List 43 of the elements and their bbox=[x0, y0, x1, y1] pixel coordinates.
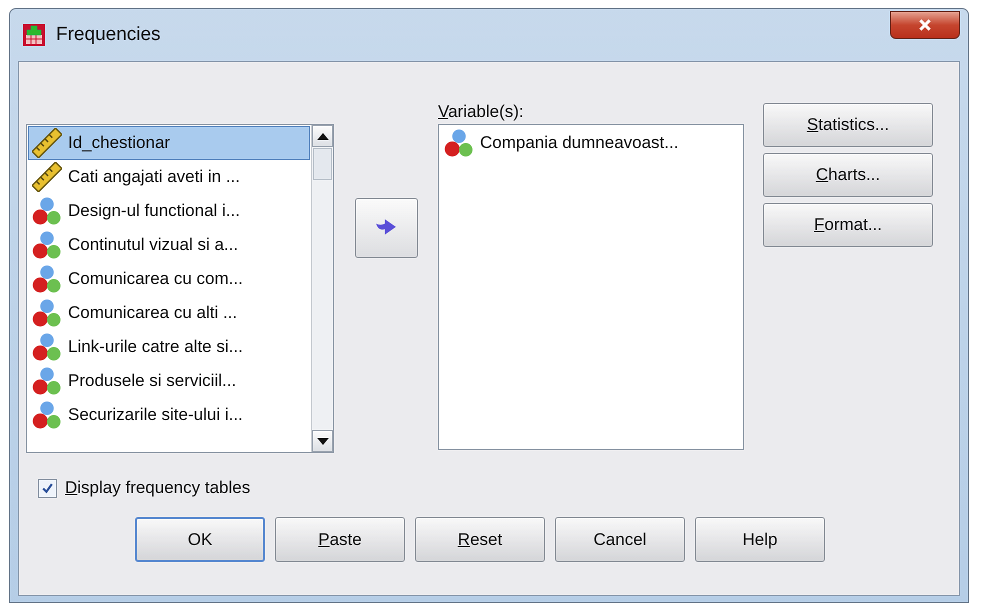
dialog-button[interactable]: Help bbox=[695, 517, 825, 562]
dialog-button[interactable]: Paste bbox=[275, 517, 405, 562]
three-circles-icon bbox=[32, 264, 62, 294]
three-circles-icon bbox=[32, 196, 62, 226]
scroll-up-button[interactable] bbox=[312, 125, 333, 147]
checkbox-label: Display frequency tables bbox=[65, 478, 250, 498]
down-arrow-icon bbox=[316, 438, 328, 444]
three-circles-icon bbox=[32, 298, 62, 328]
variable-item[interactable]: Compania dumneavoast... bbox=[440, 126, 742, 160]
variable-item[interactable]: Id_chestionar bbox=[28, 126, 310, 160]
scroll-thumb[interactable] bbox=[313, 148, 332, 180]
variable-item[interactable]: Securizarile site-ului i... bbox=[28, 398, 310, 432]
ruler-icon bbox=[32, 128, 62, 158]
table-icon bbox=[22, 23, 46, 47]
dialog-button[interactable]: Cancel bbox=[555, 517, 685, 562]
three-circles-icon bbox=[32, 400, 62, 430]
close-icon bbox=[918, 18, 932, 32]
scrollbar[interactable] bbox=[311, 125, 333, 452]
move-button[interactable] bbox=[354, 198, 418, 258]
variable-item[interactable]: Cati angajati aveti in ... bbox=[28, 160, 310, 194]
up-arrow-icon bbox=[316, 132, 328, 140]
three-circles-icon bbox=[32, 230, 62, 260]
dialog-button[interactable]: Reset bbox=[415, 517, 545, 562]
dialog-button[interactable]: Format... bbox=[763, 203, 933, 247]
check-icon bbox=[41, 482, 54, 494]
dialog-button[interactable]: OK bbox=[135, 517, 265, 562]
variable-item[interactable]: Design-ul functional i... bbox=[28, 194, 310, 228]
dialog-button[interactable]: Charts... bbox=[763, 153, 933, 197]
three-circles-icon bbox=[32, 366, 62, 396]
three-circles-icon bbox=[444, 128, 474, 158]
checkbox[interactable] bbox=[38, 478, 57, 498]
three-circles-icon bbox=[32, 332, 62, 362]
variable-item[interactable]: Produsele si serviciil... bbox=[28, 364, 310, 398]
scroll-down-button[interactable] bbox=[312, 430, 333, 452]
variable-item[interactable]: Comunicarea cu alti ... bbox=[28, 296, 310, 330]
close-button[interactable] bbox=[890, 11, 960, 39]
window-title: Frequencies bbox=[56, 24, 162, 46]
list-label: Variable(s): bbox=[438, 102, 525, 123]
arrow-icon bbox=[375, 219, 397, 237]
variable-item[interactable]: Link-urile catre alte si... bbox=[28, 330, 310, 364]
variable-item[interactable]: Comunicarea cu com... bbox=[28, 262, 310, 296]
variable-item[interactable]: Continutul vizual si a... bbox=[28, 228, 310, 262]
dialog-button[interactable]: Statistics... bbox=[763, 103, 933, 147]
